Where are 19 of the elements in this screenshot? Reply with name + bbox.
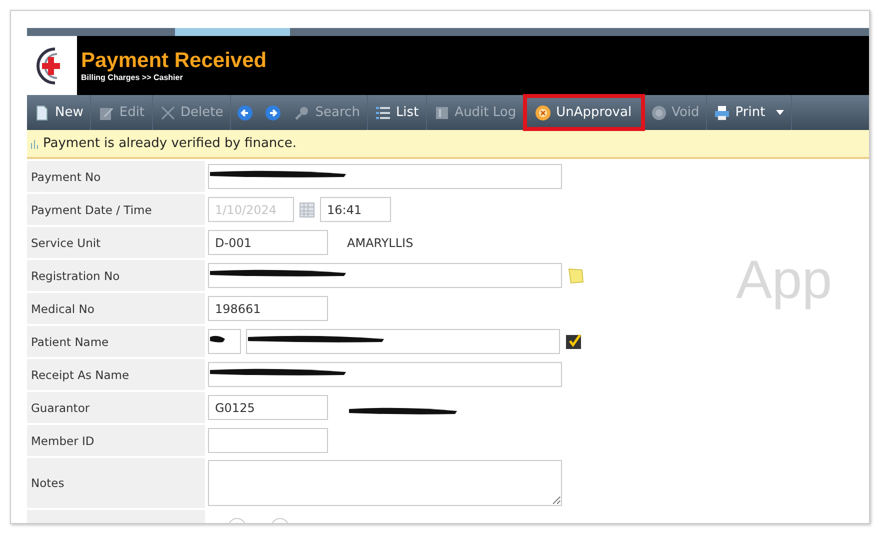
field-label: Member ID [27, 425, 205, 456]
unit-name: AMARYLLIS [347, 236, 414, 250]
field-label: Patient Name [27, 326, 205, 357]
field-label: Payment Date / Time [27, 194, 205, 225]
field-label: Payment No [27, 161, 205, 192]
field-label: Medical No [27, 293, 205, 324]
input-field[interactable]: D-001 [208, 230, 328, 255]
field-label: Service Unit [27, 227, 205, 258]
field-label: Registration No [27, 260, 205, 291]
field-label: Notes [27, 458, 205, 508]
input-field[interactable]: G0125 [208, 395, 328, 420]
breadcrumb: Billing Charges >> Cashier [81, 73, 184, 82]
page-title: Payment Received [81, 49, 267, 73]
status-message: Payment is already verified by finance. [43, 136, 296, 151]
field-label: Guarantor [27, 392, 205, 423]
input-field[interactable]: 16:41 [320, 197, 391, 222]
toolbar-button[interactable]: UnApproval [524, 95, 644, 130]
input-field[interactable]: 198661 [208, 296, 328, 321]
field-label: Receipt As Name [27, 359, 205, 390]
